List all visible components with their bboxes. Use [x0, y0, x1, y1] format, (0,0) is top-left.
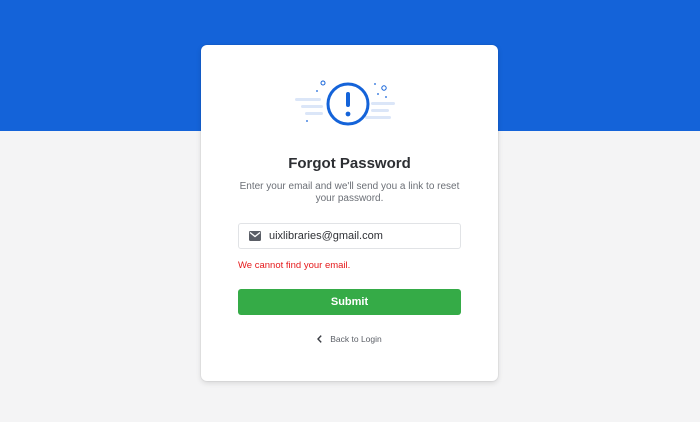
email-input[interactable] — [269, 230, 449, 242]
forgot-password-card: Forgot Password Enter your email and we'… — [201, 45, 498, 381]
page-title: Forgot Password — [288, 155, 411, 172]
envelope-icon — [249, 231, 261, 241]
exclamation-circle-icon — [295, 80, 395, 126]
submit-button[interactable]: Submit — [238, 289, 461, 315]
back-to-login-link[interactable]: Back to Login — [201, 334, 498, 344]
email-field[interactable] — [238, 223, 461, 249]
chevron-left-icon — [317, 335, 322, 343]
error-message: We cannot find your email. — [238, 260, 351, 271]
instructions-text: Enter your email and we'll send you a li… — [239, 181, 460, 204]
back-to-login-label: Back to Login — [330, 334, 382, 344]
